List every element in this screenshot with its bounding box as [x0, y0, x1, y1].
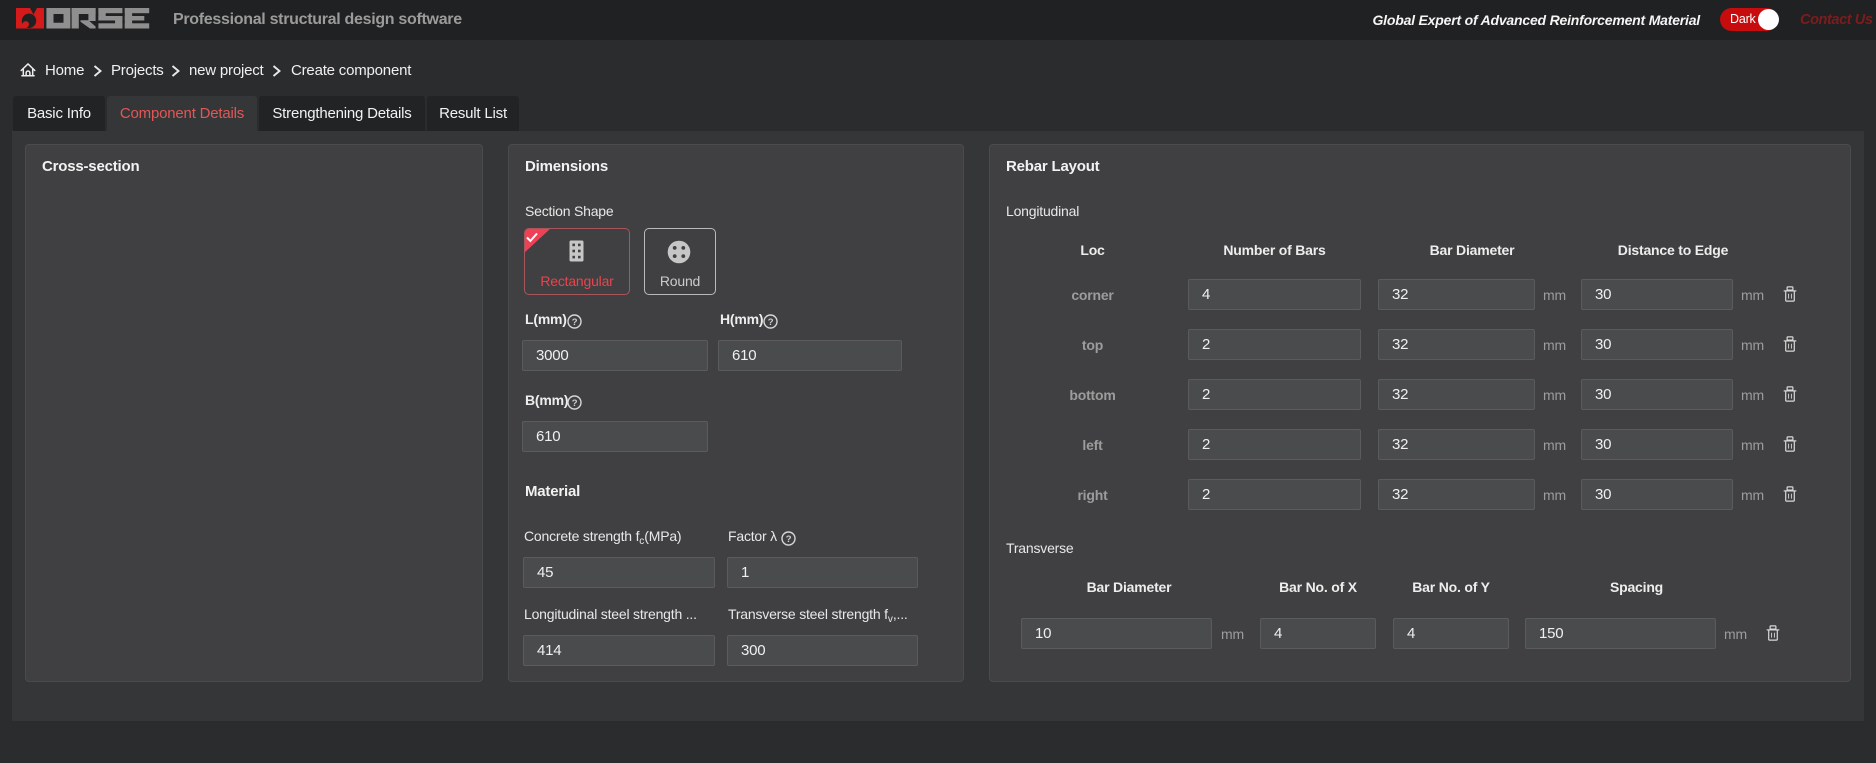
svg-text:?: ? — [572, 317, 578, 328]
svg-text:?: ? — [768, 317, 774, 328]
svg-text:?: ? — [786, 534, 792, 545]
svg-text:?: ? — [572, 398, 578, 409]
